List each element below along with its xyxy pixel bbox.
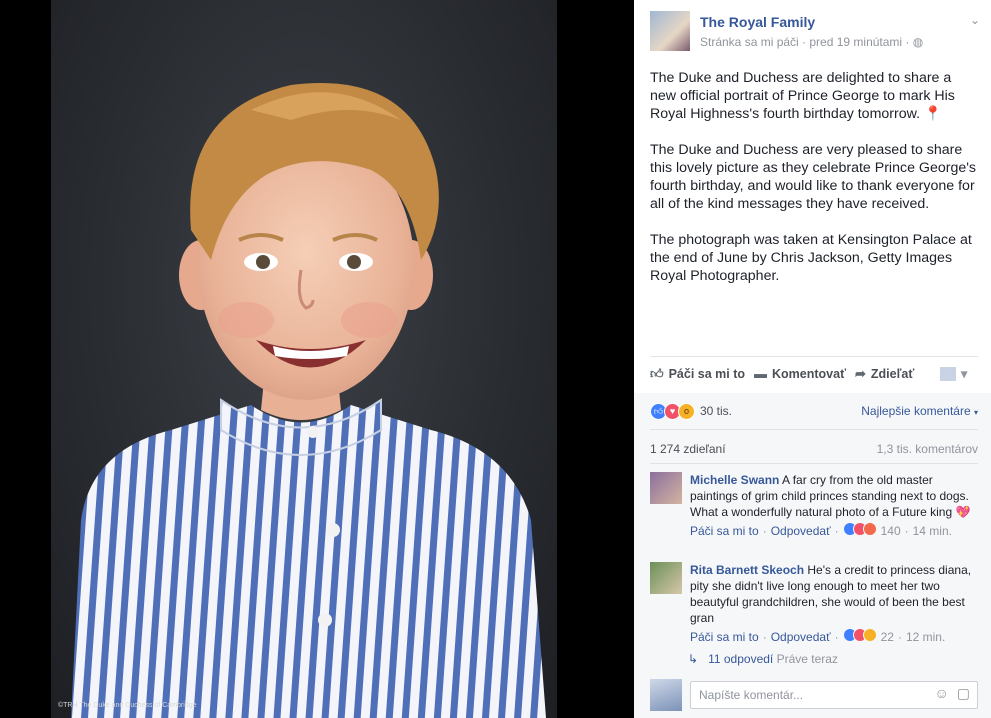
caret-down-icon: ▾ xyxy=(961,367,968,381)
comment-reactions[interactable] xyxy=(842,522,877,540)
avatar[interactable] xyxy=(650,562,682,594)
reactions-count: 30 tis. xyxy=(700,404,733,418)
haha-reaction-icon xyxy=(862,522,877,536)
post-photo[interactable] xyxy=(51,0,557,718)
divider xyxy=(650,356,978,357)
like-button[interactable]: 👍︎ Páči sa mi to xyxy=(650,366,745,382)
divider xyxy=(650,429,978,430)
reactions-summary[interactable]: 👍︎ ♥ o 30 tis. xyxy=(650,402,732,420)
emoji-icon[interactable]: ☺ xyxy=(934,685,948,702)
share-button[interactable]: ➦ Zdieľať xyxy=(855,366,914,382)
profile-thumbnail-icon xyxy=(940,366,956,381)
comment-body: Rita Barnett Skeoch He's a credit to pri… xyxy=(690,562,975,646)
globe-icon: ◍ xyxy=(912,35,924,49)
avatar xyxy=(650,679,682,711)
post-meta-text[interactable]: Stránka sa mi páči · pred 19 minútami · xyxy=(700,35,913,49)
comment-button[interactable]: ▬ Komentovať xyxy=(754,366,846,381)
composer-icons: ☺ ▢ xyxy=(934,685,970,702)
post-sidebar: The Royal Family Stránka sa mi páči · pr… xyxy=(634,0,991,718)
comment-footer: Páči sa mi to · Odpovedať · 22 · 12 min. xyxy=(690,628,946,646)
view-replies-link[interactable]: ↳ 11 odpovedí Práve teraz xyxy=(688,652,838,666)
chevron-down-icon[interactable]: ⌄ xyxy=(970,13,980,27)
sticker-icon[interactable]: ▢ xyxy=(957,685,970,702)
replies-time: Práve teraz xyxy=(776,652,838,666)
comment-author[interactable]: Rita Barnett Skeoch xyxy=(690,563,804,577)
share-arrow-icon: ➦ xyxy=(855,366,866,381)
sparkling-heart-icon: 💖 xyxy=(955,505,971,519)
post-paragraph: The Duke and Duchess are very pleased to… xyxy=(650,142,977,212)
comment-time[interactable]: 12 min. xyxy=(906,629,945,645)
post-meta: Stránka sa mi páči · pred 19 minútami · … xyxy=(700,35,923,49)
comment-reply-link[interactable]: Odpovedať xyxy=(771,629,831,645)
post-paragraph: The photograph was taken at Kensington P… xyxy=(650,232,972,284)
comment-reaction-count: 22 xyxy=(880,630,894,644)
comment-reply-link[interactable]: Odpovedať xyxy=(771,523,831,539)
photo-credit: ©TRH The Duke and Duchess of Cambridge xyxy=(58,702,197,709)
post-paragraph: The Duke and Duchess are delighted to sh… xyxy=(650,70,955,122)
comment-author[interactable]: Michelle Swann xyxy=(690,473,779,487)
caret-down-icon: ▾ xyxy=(973,408,978,417)
pin-icon: 📍 xyxy=(923,106,942,122)
post-as-selector[interactable]: ▾ xyxy=(940,366,967,381)
comment-time[interactable]: 14 min. xyxy=(913,523,952,539)
speech-bubble-icon: ▬ xyxy=(754,366,767,381)
comment-reactions[interactable] xyxy=(842,628,877,646)
comment-like-link[interactable]: Páči sa mi to xyxy=(690,523,759,539)
comment-sort-dropdown[interactable]: Najlepšie komentáre ▾ xyxy=(861,404,978,418)
comment-like-link[interactable]: Páči sa mi to xyxy=(690,629,759,645)
shares-count[interactable]: 1 274 zdieľaní xyxy=(650,442,726,456)
thumbs-up-icon: 👍︎ xyxy=(650,366,664,381)
reply-arrow-icon: ↳ xyxy=(688,652,699,666)
comment-reaction-count: 140 xyxy=(880,524,901,538)
divider xyxy=(650,463,978,464)
wow-reaction-icon: o xyxy=(678,402,695,420)
action-bar: 👍︎ Páči sa mi to ▬ Komentovať ➦ Zdieľať … xyxy=(650,362,980,386)
post-header: The Royal Family Stránka sa mi páči · pr… xyxy=(650,11,980,51)
post-text: The Duke and Duchess are delighted to sh… xyxy=(650,69,980,303)
portrait-illustration xyxy=(71,83,546,718)
comment-footer: Páči sa mi to · Odpovedať · 140 · 14 min. xyxy=(690,522,952,540)
sad-reaction-icon xyxy=(862,628,877,642)
page-avatar[interactable] xyxy=(650,11,690,51)
comment-composer: Napíšte komentár... ☺ ▢ xyxy=(650,679,980,711)
avatar[interactable] xyxy=(650,472,682,504)
comment-body: Michelle Swann A far cry from the old ma… xyxy=(690,472,975,540)
comments-count[interactable]: 1,3 tis. komentárov xyxy=(877,442,978,456)
page-name-link[interactable]: The Royal Family xyxy=(700,14,815,30)
photo-viewer: ©TRH The Duke and Duchess of Cambridge xyxy=(0,0,634,718)
